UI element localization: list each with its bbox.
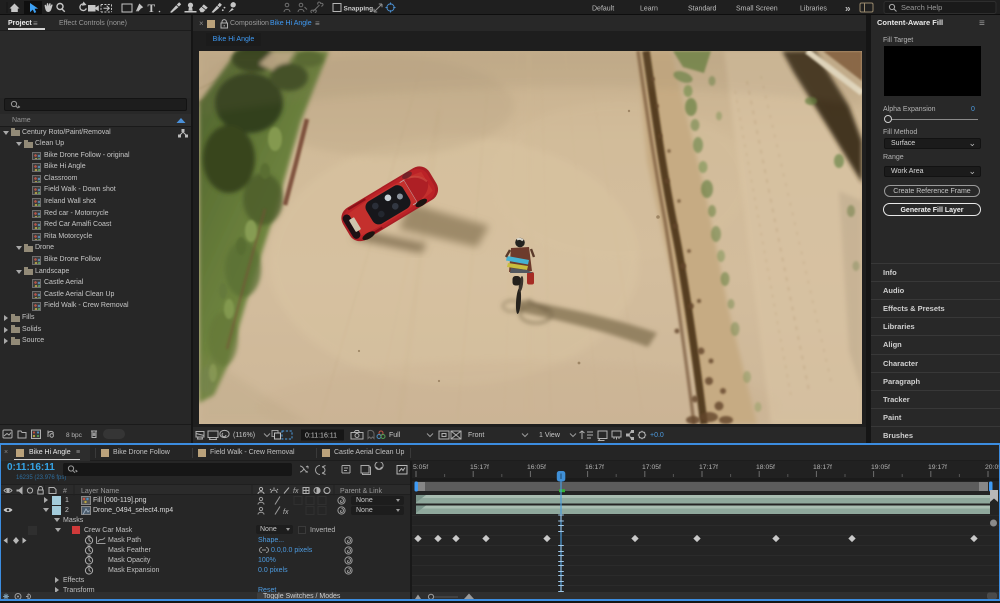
svg-text:Snapping: Snapping	[344, 6, 374, 13]
svg-text:19:17f: 19:17f	[928, 464, 947, 471]
svg-text:15:17f: 15:17f	[470, 464, 489, 471]
svg-text:16:05f: 16:05f	[527, 464, 546, 471]
svg-text:19:05f: 19:05f	[871, 464, 890, 471]
svg-text:16:17f: 16:17f	[585, 464, 604, 471]
svg-text:Learn: Learn	[640, 6, 658, 13]
svg-text:T: T	[148, 3, 156, 15]
svg-text:Search Help: Search Help	[901, 3, 942, 12]
svg-text:Standard: Standard	[688, 6, 717, 13]
svg-text:Small Screen: Small Screen	[736, 6, 778, 13]
svg-text:17:05f: 17:05f	[642, 464, 661, 471]
svg-text:#: #	[63, 488, 67, 495]
svg-text:»: »	[845, 4, 851, 15]
svg-text:1 View: 1 View	[539, 432, 561, 439]
svg-text:18:17f: 18:17f	[813, 464, 832, 471]
svg-text:8 bpc: 8 bpc	[66, 432, 83, 439]
svg-text:Parent & Link: Parent & Link	[340, 488, 383, 495]
svg-text:Layer Name: Layer Name	[81, 488, 119, 495]
svg-text:17:17f: 17:17f	[699, 464, 718, 471]
svg-text:Front: Front	[468, 432, 484, 439]
svg-text:fx: fx	[283, 509, 289, 515]
svg-text:Default: Default	[592, 6, 614, 13]
svg-text:18:05f: 18:05f	[756, 464, 775, 471]
svg-text:0:11:16:11: 0:11:16:11	[305, 433, 337, 440]
svg-text:5:05f: 5:05f	[413, 464, 428, 471]
svg-text:+0.0: +0.0	[650, 432, 664, 439]
svg-text:20:05f: 20:05f	[985, 464, 1000, 471]
svg-text:fx: fx	[293, 488, 299, 495]
svg-text:(116%): (116%)	[233, 432, 255, 439]
svg-text:Full: Full	[389, 432, 401, 439]
svg-text:Libraries: Libraries	[800, 6, 827, 13]
